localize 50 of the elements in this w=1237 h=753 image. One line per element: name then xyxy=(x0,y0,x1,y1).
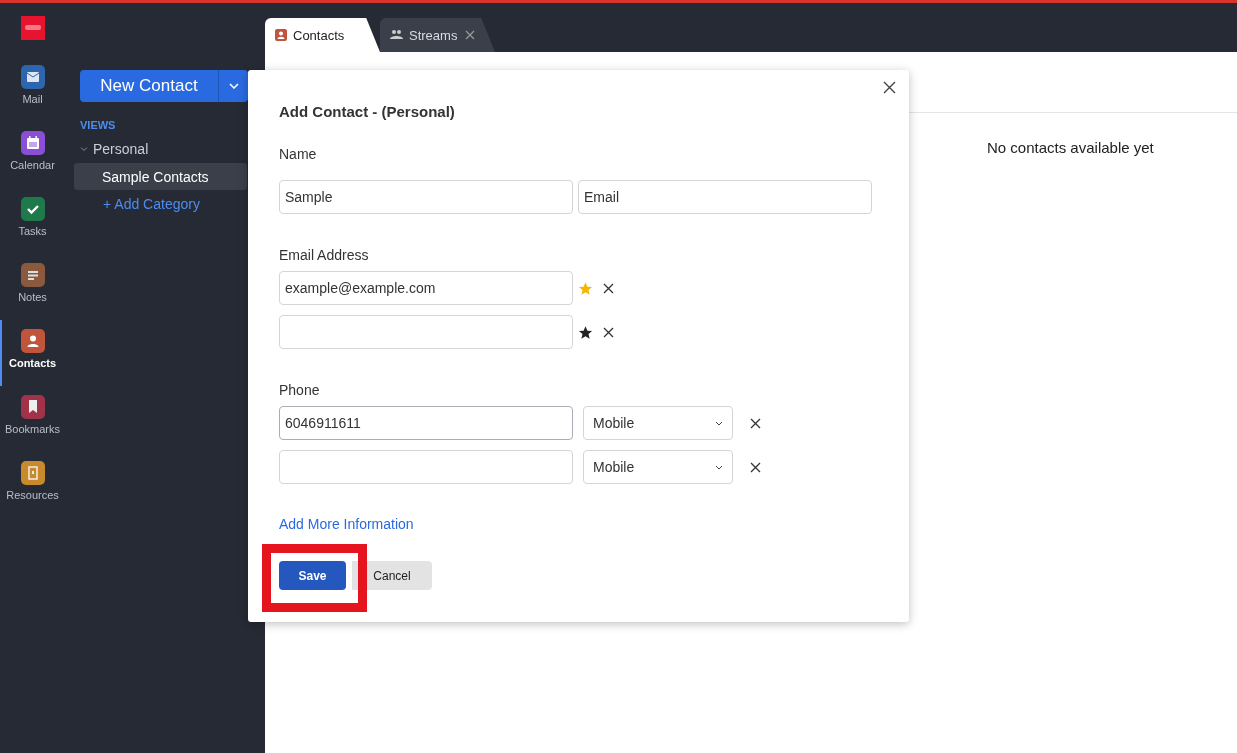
type-dropdown[interactable]: Mobile xyxy=(583,450,733,484)
person-icon xyxy=(275,29,287,41)
add-more-link[interactable]: Add More Information xyxy=(279,516,414,532)
input-field[interactable]: 6046911611 xyxy=(279,406,573,440)
tree-item[interactable]: Sample Contacts xyxy=(74,163,247,190)
chevron-down-icon xyxy=(715,464,723,470)
input-field[interactable]: Sample xyxy=(279,180,573,214)
chevron-icon xyxy=(80,145,88,153)
close-icon[interactable] xyxy=(603,326,614,338)
app-nav-item[interactable]: Bookmarks xyxy=(0,392,65,458)
app-nav-item[interactable]: Tasks xyxy=(0,194,65,260)
calendar-icon xyxy=(20,131,45,155)
input-field[interactable]: example@example.com xyxy=(279,271,573,305)
save-button[interactable]: Save xyxy=(279,561,346,590)
field-label: Phone xyxy=(279,382,321,398)
chevron-down-icon xyxy=(715,420,723,426)
close-icon[interactable] xyxy=(883,81,896,94)
input-field[interactable] xyxy=(279,450,573,484)
bookmark-icon xyxy=(20,395,45,419)
tree-group[interactable]: Personal xyxy=(80,141,149,157)
type-dropdown[interactable]: Mobile xyxy=(583,406,733,440)
input-field[interactable] xyxy=(279,315,573,349)
close-icon[interactable] xyxy=(603,282,614,294)
checkmark-icon xyxy=(20,197,45,221)
close-icon[interactable] xyxy=(750,417,761,429)
new-contact-button[interactable]: New Contact xyxy=(80,70,218,102)
field-label: Name xyxy=(279,146,318,162)
app-logo-icon[interactable] xyxy=(20,16,45,40)
envelope-icon xyxy=(20,65,45,89)
section-label: VIEWS xyxy=(80,119,117,131)
star-icon[interactable] xyxy=(578,324,593,340)
door-icon xyxy=(20,461,45,485)
field-label: Email Address xyxy=(279,247,370,263)
app-nav-item[interactable]: Mail xyxy=(0,62,65,128)
people-icon xyxy=(390,29,403,41)
tab[interactable]: Streams xyxy=(380,18,495,52)
close-icon[interactable] xyxy=(750,461,761,473)
star-icon[interactable] xyxy=(578,280,593,296)
empty-message: No contacts available yet xyxy=(987,139,1154,156)
app-nav-item[interactable]: Notes xyxy=(0,260,65,326)
app-nav-item[interactable]: Calendar xyxy=(0,128,65,194)
input-field[interactable]: Email xyxy=(578,180,872,214)
chevron-down-icon xyxy=(228,83,239,89)
dialog-title: Add Contact - (Personal) xyxy=(279,103,456,120)
tab[interactable]: Contacts xyxy=(265,18,380,52)
person-icon xyxy=(20,329,45,353)
lines-icon xyxy=(20,263,45,287)
dropdown-button[interactable] xyxy=(218,70,248,102)
add-category-link[interactable]: + Add Category xyxy=(103,196,200,212)
app-nav-item[interactable]: Resources xyxy=(0,458,65,524)
